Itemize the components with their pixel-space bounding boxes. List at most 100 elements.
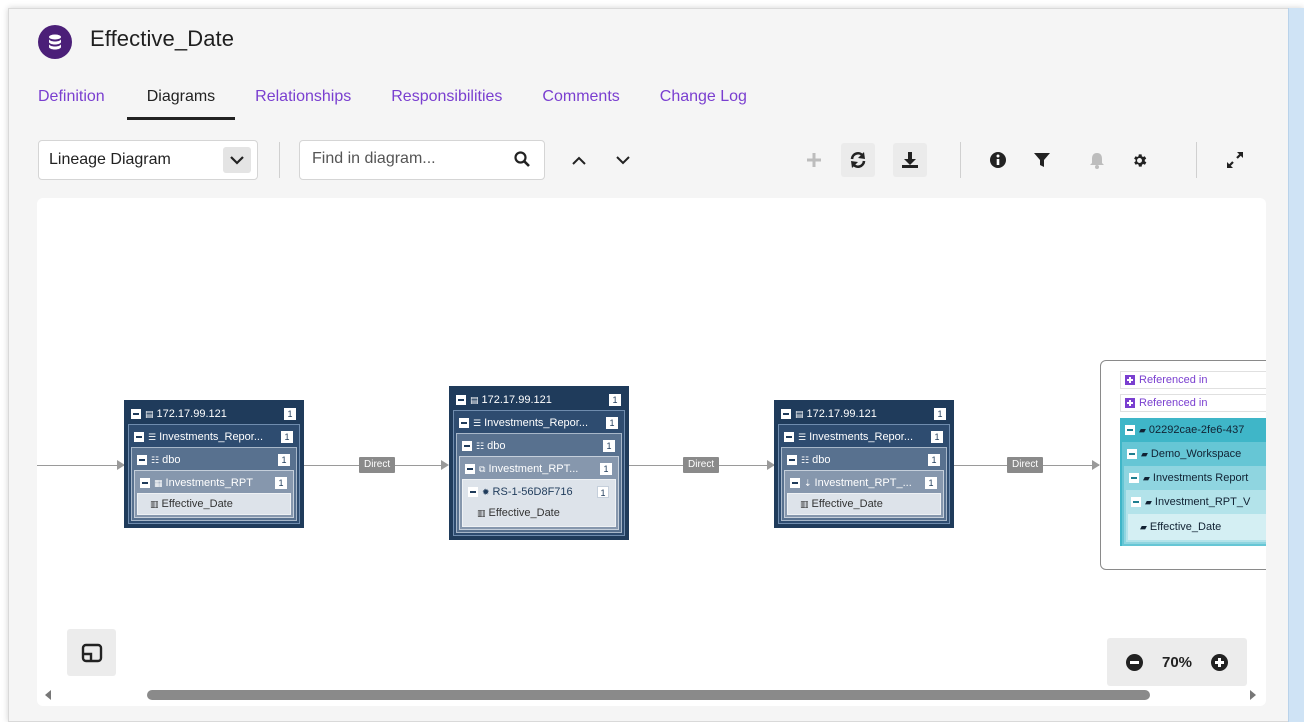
scrollbar-thumb[interactable] [147,690,1150,700]
count-badge: 1 [925,477,937,489]
previous-match-button[interactable] [562,143,596,177]
tab-comments[interactable]: Comments [542,88,619,120]
page-title: Effective_Date [90,26,235,51]
edge-label[interactable]: Direct [359,457,396,473]
database-icon: ☰ [798,431,807,442]
collapse-icon[interactable] [465,464,475,474]
horizontal-scrollbar[interactable] [37,688,1266,702]
collapse-icon[interactable] [462,441,472,451]
scroll-left-icon[interactable] [45,690,51,700]
toolbar-divider [960,142,961,178]
collapse-icon[interactable] [137,455,147,465]
database-icon: ☰ [148,431,157,442]
collapse-icon[interactable] [140,478,150,488]
next-match-button[interactable] [606,143,640,177]
collapse-icon[interactable] [1129,473,1139,483]
collapse-icon[interactable] [468,487,478,497]
minimap-toggle-button[interactable] [67,629,116,676]
node-database: Investments_Repor... [809,431,914,443]
fullscreen-button[interactable] [1218,143,1252,177]
column-icon: ▥ [800,498,809,509]
filter-button[interactable] [1025,143,1059,177]
collapse-icon[interactable] [134,432,144,442]
bell-icon [1090,152,1104,169]
tab-diagrams[interactable]: Diagrams [126,88,236,120]
download-button[interactable] [893,143,927,177]
chevron-down-icon [616,155,630,164]
collapse-icon[interactable] [459,418,469,428]
collapse-icon[interactable] [781,409,791,419]
count-badge: 1 [931,431,943,443]
collapse-icon[interactable] [790,478,800,488]
node-object: Investment_RPT... [488,463,579,475]
tab-relationships[interactable]: Relationships [255,88,351,120]
refresh-icon [850,152,866,168]
tab-responsibilities[interactable]: Responsibilities [391,88,502,120]
schema-icon: ☷ [801,454,810,465]
collapse-icon[interactable] [787,455,797,465]
referenced-in-toggle[interactable]: Referenced in [1120,371,1266,389]
workspace-icon: ▰ [1139,424,1146,435]
schema-icon: ☷ [476,440,485,451]
collapse-icon[interactable] [784,432,794,442]
column-icon: ▥ [150,498,159,509]
count-badge: 1 [600,463,612,475]
referenced-in-label: Referenced in [1139,374,1208,386]
collapse-icon[interactable] [1125,425,1135,435]
powerbi-node[interactable]: ▰ 02292cae-2fe6-437 ▰ Demo_Workspace ▰ Inve… [1120,418,1266,546]
count-badge: 1 [928,454,940,466]
info-icon [990,152,1006,168]
collapse-icon[interactable] [131,409,141,419]
add-button[interactable] [797,143,831,177]
toolbar-divider [1196,142,1197,178]
expand-icon [1227,152,1243,168]
referenced-in-label: Referenced in [1139,397,1208,409]
diagram-type-select[interactable]: Lineage Diagram [38,140,258,180]
node-object: Investments_RPT [165,477,253,489]
settings-button[interactable] [1122,143,1156,177]
lineage-group[interactable]: Referenced in Referenced in ▰ 02292cae-2f… [1100,360,1266,570]
info-button[interactable] [981,143,1015,177]
server-icon: ▤ [470,394,479,405]
toolbar-divider [279,142,280,178]
search-input[interactable] [312,150,502,168]
referenced-in-toggle[interactable]: Referenced in [1120,394,1266,412]
column-icon: ▰ [1140,521,1147,532]
chevron-down-icon[interactable] [223,147,251,173]
tab-definition[interactable]: Definition [38,88,105,120]
diagram-type-value: Lineage Diagram [49,151,171,168]
node-database: Investments_Repor... [159,431,264,443]
database-icon [38,25,72,59]
refresh-button[interactable] [841,143,875,177]
notifications-button[interactable] [1080,143,1114,177]
zoom-in-icon[interactable] [1210,653,1228,671]
count-badge: 1 [275,477,287,489]
lineage-node[interactable]: ▤ 172.17.99.121 1 ☰ Investments_Repor... 1 ☷… [774,400,954,528]
collapse-icon[interactable] [456,395,466,405]
server-icon: ▤ [145,408,154,419]
search-icon[interactable] [514,151,530,172]
zoom-out-icon[interactable] [1126,653,1144,671]
diagram-canvas[interactable]: Direct Direct Direct ▤ 172.17.99.121 1 ☰ In… [37,198,1266,706]
edge-arrow [1092,460,1100,470]
count-badge: 1 [284,408,296,420]
expand-icon [1125,398,1135,408]
count-badge: 1 [278,454,290,466]
lineage-node[interactable]: ▤ 172.17.99.121 1 ☰ Investments_Repor... 1 ☷… [449,386,629,540]
edge-label[interactable]: Direct [683,457,720,473]
zoom-control: 70% [1107,638,1247,686]
tab-change-log[interactable]: Change Log [660,88,747,120]
collapse-icon[interactable] [1127,449,1137,459]
edge-line [37,465,124,466]
node-column: Effective_Date [811,498,883,510]
edge-label[interactable]: Direct [1007,457,1044,473]
node-server: 172.17.99.121 [806,408,877,420]
collapse-icon[interactable] [1131,497,1141,507]
expand-icon [1125,375,1135,385]
diagram-search[interactable] [299,140,545,180]
node-database: Investments_Repor... [484,417,589,429]
lineage-node[interactable]: ▤ 172.17.99.121 1 ☰ Investments_Repor... 1 ☷… [124,400,304,528]
node-server: 172.17.99.121 [156,408,227,420]
count-badge: 1 [606,417,618,429]
scroll-right-icon[interactable] [1250,690,1256,700]
